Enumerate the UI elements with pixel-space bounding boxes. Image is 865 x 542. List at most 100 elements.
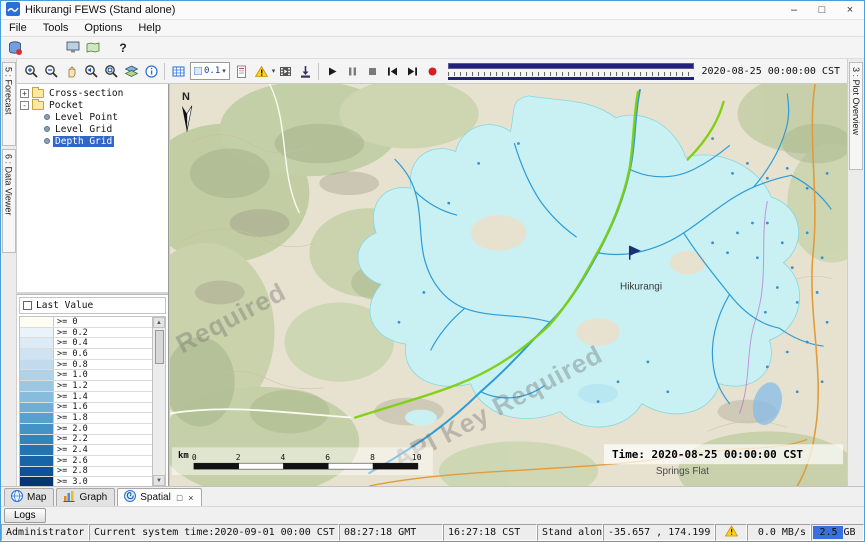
tab-graph[interactable]: Graph (56, 488, 115, 506)
menu-options[interactable]: Options (76, 22, 130, 34)
svg-text:6: 6 (325, 453, 330, 462)
chevron-down-icon[interactable]: ▾ (222, 67, 226, 75)
legend-item[interactable]: >= 1.6 (20, 403, 152, 414)
legend-item[interactable]: >= 1.8 (20, 413, 152, 424)
panel-maximize-button[interactable]: □ (177, 493, 182, 503)
menu-tools[interactable]: Tools (35, 22, 77, 34)
legend-item[interactable]: >= 2.8 (20, 467, 152, 478)
stop-button[interactable] (362, 61, 382, 81)
tab-map[interactable]: Map (4, 488, 54, 506)
maximize-button[interactable]: □ (808, 1, 836, 19)
node-bullet-icon (44, 138, 50, 144)
zoom-previous-icon[interactable] (81, 61, 101, 81)
pause-button[interactable] (342, 61, 362, 81)
svg-text:4: 4 (281, 453, 286, 462)
map-canvas[interactable]: API Key Required API Key Required Hikura… (170, 84, 847, 486)
legend-color-swatch (20, 467, 54, 477)
spatial-icon (123, 489, 137, 506)
panel-close-button[interactable]: × (188, 493, 193, 503)
titlebar[interactable]: Hikurangi FEWS (Stand alone) – □ × (1, 1, 864, 20)
legend-item-label: >= 1.2 (54, 381, 88, 391)
pan-hand-icon[interactable] (61, 61, 81, 81)
legend-item[interactable]: >= 1.2 (20, 381, 152, 392)
menu-file[interactable]: File (1, 22, 35, 34)
animation-export-icon[interactable] (275, 61, 295, 81)
threshold-warning-icon[interactable] (252, 61, 272, 81)
legend-item[interactable]: >= 0 (20, 317, 152, 328)
legend-item-label: >= 0.8 (54, 360, 88, 370)
status-warning[interactable] (715, 524, 747, 541)
map-view[interactable]: API Key Required API Key Required Hikura… (169, 84, 847, 486)
legend-color-swatch (20, 328, 54, 338)
timeline-slider[interactable] (448, 62, 693, 80)
play-button[interactable] (322, 61, 342, 81)
expander-icon[interactable]: + (20, 89, 29, 98)
tree-node-label: Pocket (47, 100, 85, 111)
help-button[interactable]: ? (113, 38, 133, 58)
legend-color-swatch (20, 349, 54, 359)
map-display-icon[interactable] (83, 38, 103, 58)
tab-spatial[interactable]: Spatial □ × (117, 488, 201, 506)
tree-node-cross-section[interactable]: + Cross-section (17, 87, 168, 99)
close-button[interactable]: × (836, 1, 864, 19)
record-button[interactable] (422, 61, 442, 81)
last-value-checkbox[interactable] (23, 301, 32, 310)
tree-node-label: Level Point (53, 112, 120, 123)
legend-item[interactable]: >= 0.6 (20, 349, 152, 360)
legend-item-label: >= 0 (54, 317, 77, 327)
logs-button[interactable]: Logs (4, 508, 46, 523)
legend-item[interactable]: >= 0.8 (20, 360, 152, 371)
legend-color-swatch (20, 338, 54, 348)
node-bullet-icon (44, 126, 50, 132)
tree-node-depth-grid[interactable]: Depth Grid (17, 135, 168, 147)
legend-scrollbar[interactable]: ▲ ▼ (152, 317, 165, 486)
step-forward-button[interactable] (402, 61, 422, 81)
grid-display-icon[interactable] (168, 61, 188, 81)
legend-color-swatch (20, 392, 54, 402)
legend-item[interactable]: >= 2.2 (20, 435, 152, 446)
report-icon[interactable] (232, 61, 252, 81)
legend-item[interactable]: >= 2.6 (20, 456, 152, 467)
legend-item[interactable]: >= 1.4 (20, 392, 152, 403)
database-icon[interactable] (5, 38, 25, 58)
zoom-out-icon[interactable] (41, 61, 61, 81)
tab-graph-label: Graph (79, 492, 107, 503)
info-icon[interactable] (141, 61, 161, 81)
toolbar-separator (164, 63, 165, 80)
save-animation-icon[interactable] (295, 61, 315, 81)
expander-icon[interactable]: - (20, 101, 29, 110)
tab-data-viewer[interactable]: 6 : Data Viewer (2, 149, 16, 253)
grid-scale-combo[interactable]: 0.1 ▾ (190, 62, 230, 80)
legend-color-swatch (20, 413, 54, 423)
timeline-bar[interactable] (448, 63, 693, 69)
explorer-icon[interactable] (63, 38, 83, 58)
legend-item[interactable]: >= 0.2 (20, 328, 152, 339)
tree-node-level-grid[interactable]: Level Grid (17, 123, 168, 135)
tab-spatial-label: Spatial (140, 492, 171, 503)
tab-plot-overview[interactable]: 3 : Plot Overview (849, 62, 863, 170)
tree-node-level-point[interactable]: Level Point (17, 111, 168, 123)
folder-icon (32, 101, 44, 110)
legend-item-label: >= 0.6 (54, 349, 88, 359)
legend-item[interactable]: >= 2.0 (20, 424, 152, 435)
status-bar: Administrator Current system time:2020-0… (1, 524, 864, 541)
minimize-button[interactable]: – (780, 1, 808, 19)
legend-item[interactable]: >= 1.0 (20, 370, 152, 381)
scroll-down-icon[interactable]: ▼ (153, 475, 165, 486)
app-window: Hikurangi FEWS (Stand alone) – □ × File … (0, 0, 865, 542)
tree-node-pocket[interactable]: - Pocket (17, 99, 168, 111)
legend-item[interactable]: >= 3.0 (20, 477, 152, 486)
step-back-button[interactable] (382, 61, 402, 81)
zoom-extent-icon[interactable] (101, 61, 121, 81)
layers-icon[interactable] (121, 61, 141, 81)
legend-item[interactable]: >= 2.4 (20, 445, 152, 456)
memory-gauge-label: 2.5 GB (819, 527, 855, 538)
legend-item[interactable]: >= 0.4 (20, 338, 152, 349)
tab-forecast[interactable]: 5 : Forecast (2, 62, 16, 146)
timeline-datetime: 2020-08-25 00:00:00 CST (702, 66, 843, 77)
scroll-thumb[interactable] (155, 330, 164, 364)
zoom-in-icon[interactable] (21, 61, 41, 81)
scroll-up-icon[interactable]: ▲ (153, 317, 165, 328)
menu-help[interactable]: Help (130, 22, 169, 34)
legend-item-label: >= 3.0 (54, 477, 88, 486)
